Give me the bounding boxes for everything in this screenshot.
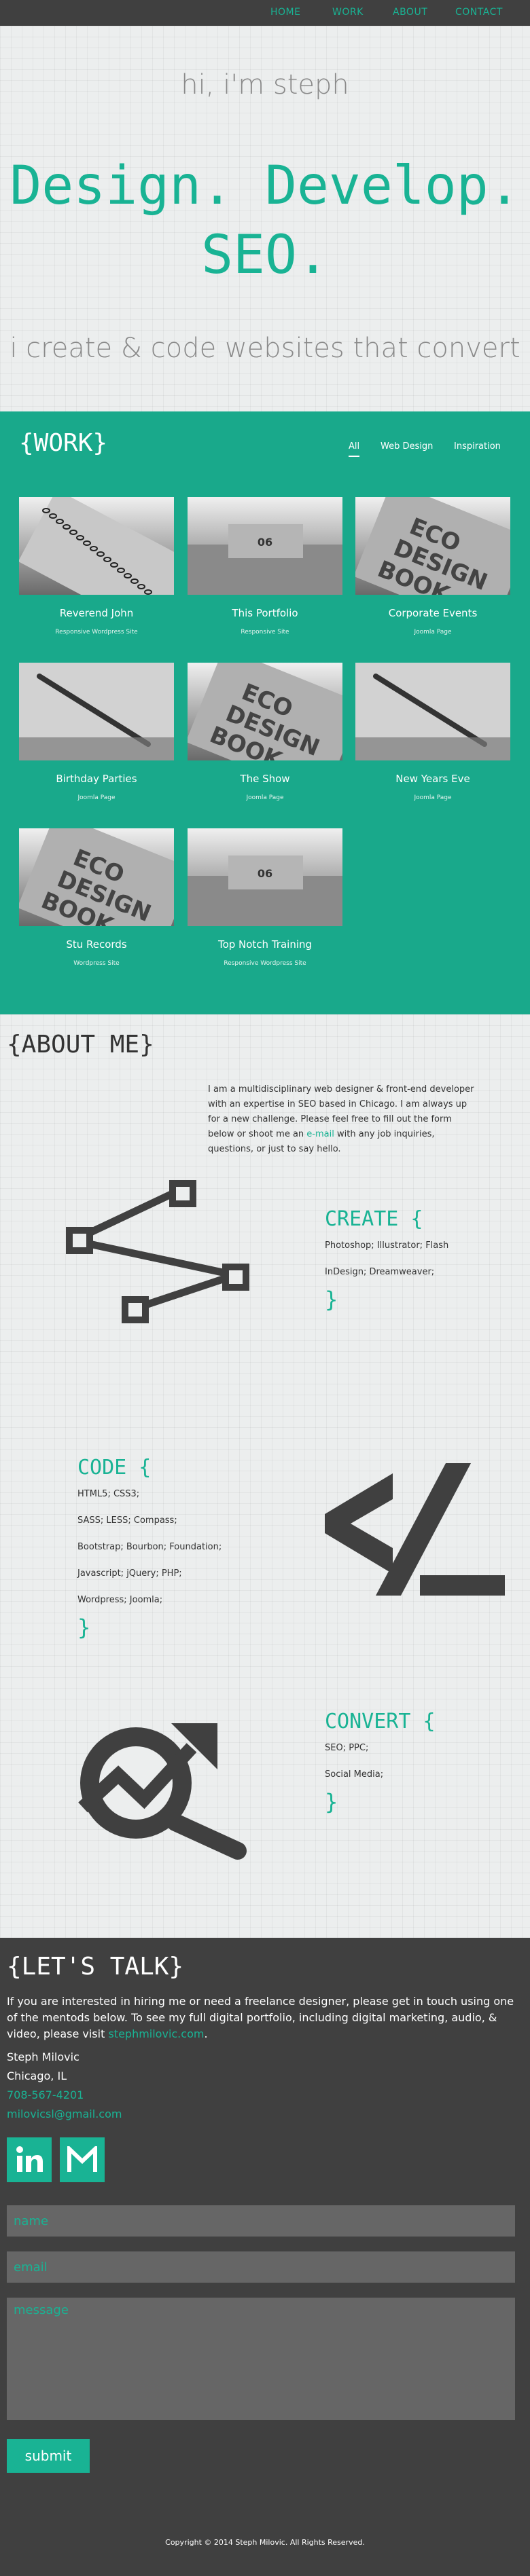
- contact-intro: If you are interested in hiring me or ne…: [7, 1993, 516, 2042]
- code-line-4: Javascript; jQuery; PHP;: [77, 1568, 182, 1579]
- create-close: }: [325, 1287, 338, 1312]
- code-close: }: [77, 1615, 91, 1640]
- convert-line-1: SEO; PPC;: [325, 1743, 369, 1753]
- gmail-icon: [67, 2146, 97, 2172]
- create-line-2: InDesign; Dreamweaver;: [325, 1267, 435, 1277]
- code-block: CODE { HTML5; CSS3; SASS; LESS; Compass;…: [77, 1456, 222, 1640]
- nav-home-link[interactable]: HOME: [270, 7, 300, 18]
- hero-headline: Design. Develop. SEO.: [0, 151, 530, 290]
- portfolio-item-name[interactable]: Birthday Parties: [19, 773, 174, 785]
- portfolio-item-name[interactable]: Reverend John: [19, 607, 174, 619]
- linkedin-icon: [16, 2146, 43, 2172]
- create-block: CREATE { Photoshop; Illustrator; Flash I…: [325, 1207, 448, 1312]
- email-field[interactable]: [7, 2251, 515, 2283]
- name-field[interactable]: [7, 2205, 515, 2237]
- portfolio-thumbnail[interactable]: [355, 663, 510, 760]
- nav-about-link[interactable]: ABOUT: [393, 7, 427, 18]
- contact-title: {LET'S TALK}: [7, 1953, 184, 1981]
- work-title: {WORK}: [19, 429, 108, 457]
- portfolio-item[interactable]: 06 Top Notch Training Responsive Wordpress…: [188, 828, 342, 967]
- portfolio-item-name[interactable]: New Years Eve: [355, 773, 510, 785]
- portfolio-item-name[interactable]: Corporate Events: [355, 607, 510, 619]
- portfolio-thumbnail[interactable]: ECO DESIGN BOOK: [188, 663, 342, 760]
- code-line-1: HTML5; CSS3;: [77, 1489, 140, 1499]
- create-line-1: Photoshop; Illustrator; Flash: [325, 1240, 449, 1251]
- about-section: {ABOUT ME} I am a multidisciplinary web …: [0, 1014, 530, 1938]
- hero-headline-line-2: SEO.: [201, 225, 329, 286]
- share-network-icon: [66, 1180, 249, 1323]
- portfolio-item-type: Responsive Wordpress Site: [224, 960, 306, 967]
- portfolio-item-type: Responsive Site: [241, 629, 289, 636]
- portfolio-item[interactable]: ECO DESIGN BOOK Stu Records Wordpress Site: [19, 828, 174, 967]
- portfolio-item[interactable]: 06 This Portfolio Responsive Site: [188, 497, 342, 636]
- contact-phone[interactable]: 708-567-4201: [7, 2089, 84, 2101]
- convert-close: }: [325, 1789, 338, 1815]
- contact-location: Chicago, IL: [7, 2069, 67, 2082]
- portfolio-item-name[interactable]: Stu Records: [19, 938, 174, 951]
- portfolio-thumbnail[interactable]: 06: [188, 497, 342, 595]
- portfolio-thumbnail[interactable]: ECO DESIGN BOOK: [355, 497, 510, 595]
- contact-email[interactable]: milovicsl@gmail.com: [7, 2108, 122, 2120]
- portfolio-item-name[interactable]: This Portfolio: [188, 607, 342, 619]
- portfolio-item[interactable]: New Years Eve Joomla Page: [355, 663, 510, 801]
- hero-headline-line-1: Design. Develop.: [10, 155, 520, 217]
- code-line-2: SASS; LESS; Compass;: [77, 1515, 177, 1526]
- hero-section: hi, i'm steph Design. Develop. SEO. i cr…: [0, 26, 530, 411]
- portfolio-thumbnail[interactable]: [19, 663, 174, 760]
- code-title: CODE {: [77, 1456, 152, 1479]
- contact-intro-text: If you are interested in hiring me or ne…: [7, 1995, 514, 2040]
- convert-title: CONVERT {: [325, 1710, 436, 1733]
- portfolio-item-type: Wordpress Site: [73, 960, 120, 967]
- copyright: Copyright © 2014 Steph Milovic. All Righ…: [165, 2538, 365, 2547]
- portfolio-item-type: Joomla Page: [414, 794, 452, 801]
- create-title: CREATE {: [325, 1207, 423, 1231]
- convert-line-2: Social Media;: [325, 1769, 384, 1780]
- portfolio-item[interactable]: ECO DESIGN BOOK Corporate Events Joomla Page: [355, 497, 510, 636]
- hero-tagline: i create & code websites that convert: [10, 333, 520, 364]
- seo-magnifier-icon: [78, 1723, 247, 1860]
- portfolio-item-name[interactable]: The Show: [188, 773, 342, 785]
- filter-inspiration[interactable]: Inspiration: [454, 441, 501, 452]
- code-tag-icon: [325, 1463, 505, 1596]
- code-line-5: Wordpress; Joomla;: [77, 1595, 163, 1605]
- portfolio-thumbnail[interactable]: ECO DESIGN BOOK: [19, 828, 174, 926]
- contact-intro-end: .: [204, 2027, 208, 2040]
- submit-button[interactable]: submit: [7, 2439, 90, 2473]
- work-section: {WORK} All Web Design Inspiration Revere…: [0, 411, 530, 1014]
- message-field[interactable]: [7, 2298, 515, 2420]
- portfolio-item-name[interactable]: Top Notch Training: [188, 938, 342, 951]
- portfolio-item-type: Joomla Page: [77, 794, 116, 801]
- filter-all[interactable]: All: [349, 441, 360, 457]
- portfolio-item-type: Responsive Wordpress Site: [55, 629, 138, 636]
- svg-text:06: 06: [258, 867, 272, 880]
- hero-greeting: hi, i'm steph: [181, 69, 349, 100]
- portfolio-item[interactable]: Birthday Parties Joomla Page: [19, 663, 174, 801]
- portfolio-link[interactable]: stephmilovic.com: [108, 2027, 204, 2040]
- portfolio-thumbnail[interactable]: [19, 497, 174, 595]
- contact-section: {LET'S TALK} If you are interested in hi…: [0, 1938, 530, 2576]
- linkedin-button[interactable]: [7, 2137, 52, 2182]
- svg-text:06: 06: [258, 536, 272, 549]
- contact-name: Steph Milovic: [7, 2050, 80, 2063]
- about-title: {ABOUT ME}: [7, 1031, 154, 1059]
- portfolio-item-type: Joomla Page: [246, 794, 284, 801]
- code-line-3: Bootstrap; Bourbon; Foundation;: [77, 1542, 222, 1552]
- gmail-button[interactable]: [60, 2137, 105, 2182]
- portfolio-item-type: Joomla Page: [414, 629, 452, 636]
- about-email-link[interactable]: e-mail: [306, 1129, 334, 1139]
- portfolio-thumbnail[interactable]: 06: [188, 828, 342, 926]
- convert-block: CONVERT { SEO; PPC; Social Media; }: [325, 1710, 436, 1815]
- about-bio: I am a multidisciplinary web designer & …: [208, 1082, 480, 1157]
- portfolio-item[interactable]: Reverend John Responsive Wordpress Site: [19, 497, 174, 636]
- filter-web-design[interactable]: Web Design: [381, 441, 433, 452]
- nav-work-link[interactable]: WORK: [332, 7, 364, 18]
- portfolio-item[interactable]: ECO DESIGN BOOK The Show Joomla Page: [188, 663, 342, 801]
- nav-contact-link[interactable]: CONTACT: [455, 7, 503, 18]
- top-nav: HOME WORK ABOUT CONTACT: [0, 0, 530, 26]
